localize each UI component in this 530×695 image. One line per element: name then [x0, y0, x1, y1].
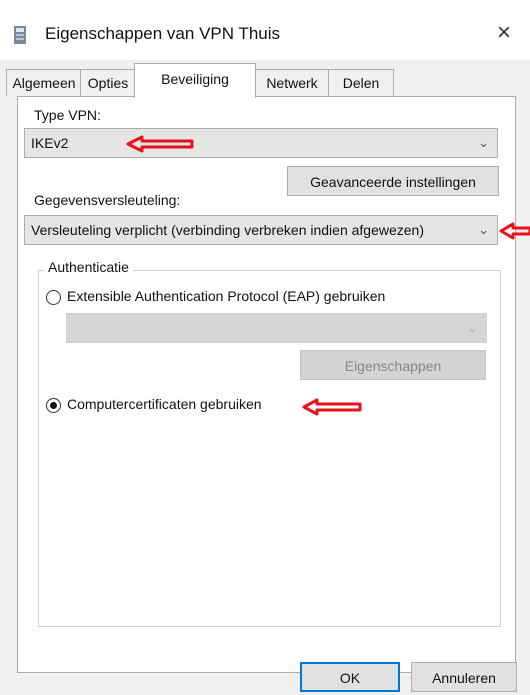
title-bar: Eigenschappen van VPN Thuis ×	[0, 0, 530, 60]
annotation-arrow-icon	[302, 398, 362, 416]
encryption-label: Gegevensversleuteling:	[34, 192, 181, 208]
vpn-properties-window: Eigenschappen van VPN Thuis × Algemeen O…	[0, 0, 530, 695]
vpn-connection-icon	[14, 26, 26, 44]
tab-netwerk[interactable]: Netwerk	[254, 69, 330, 96]
tab-delen[interactable]: Delen	[328, 69, 394, 96]
encryption-value: Versleuteling verplicht (verbinding verb…	[31, 222, 425, 238]
authentication-group-title: Authenticatie	[44, 259, 133, 275]
annotation-arrow-icon	[126, 135, 194, 153]
encryption-dropdown[interactable]: Versleuteling verplicht (verbinding verb…	[24, 215, 498, 245]
cancel-button[interactable]: Annuleren	[411, 662, 517, 692]
tab-beveiliging[interactable]: Beveiliging	[134, 63, 256, 98]
ok-button[interactable]: OK	[300, 662, 400, 692]
advanced-settings-button[interactable]: Geavanceerde instellingen	[287, 166, 499, 196]
chevron-down-icon: ⌄	[478, 135, 489, 150]
chevron-down-icon: ⌄	[467, 320, 478, 335]
tab-opties[interactable]: Opties	[80, 69, 136, 96]
vpn-type-label: Type VPN:	[34, 107, 101, 123]
radio-selected-dot	[50, 402, 57, 409]
computer-certificates-radio[interactable]	[46, 398, 61, 413]
tab-strip: Algemeen Opties Beveiliging Netwerk Dele…	[0, 63, 530, 98]
window-title: Eigenschappen van VPN Thuis	[45, 24, 281, 43]
close-icon: ×	[496, 19, 511, 46]
vpn-type-value: IKEv2	[31, 135, 69, 151]
eap-properties-button[interactable]: Eigenschappen	[300, 350, 486, 380]
tab-algemeen[interactable]: Algemeen	[6, 69, 82, 96]
chevron-down-icon: ⌄	[474, 216, 489, 244]
annotation-arrow-icon	[499, 222, 530, 240]
computer-certificates-label[interactable]: Computercertificaten gebruiken	[67, 396, 262, 412]
vpn-type-dropdown[interactable]: IKEv2 ⌄	[24, 128, 498, 158]
eap-radio[interactable]	[46, 290, 61, 305]
eap-method-dropdown[interactable]: ⌄	[66, 313, 487, 343]
eap-option-label[interactable]: Extensible Authentication Protocol (EAP)…	[67, 288, 385, 304]
close-button[interactable]: ×	[490, 18, 518, 48]
